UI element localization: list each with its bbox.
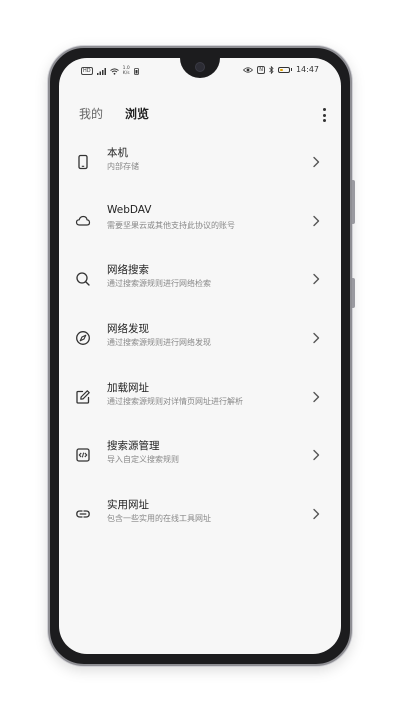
item-subtitle: 通过搜索源规则对详情页网址进行解析: [107, 396, 243, 406]
tab-mine[interactable]: 我的: [79, 105, 103, 122]
item-title: 加载网址: [107, 381, 149, 394]
hd-badge: HD: [81, 67, 93, 75]
more-vertical-icon[interactable]: [321, 108, 327, 122]
wifi-icon: [109, 67, 119, 75]
list-item-web-search[interactable]: 网络搜索 通过搜索源规则进行网络检索: [59, 259, 341, 318]
nfc-badge: N: [257, 65, 265, 74]
battery-icon: [277, 66, 292, 73]
compass-icon: [75, 330, 91, 346]
power-button: [352, 278, 355, 308]
chevron-right-icon: [311, 155, 321, 169]
list-item-web-discover[interactable]: 网络发现 通过搜索源规则进行网络发现: [59, 318, 341, 377]
battery-level: [279, 68, 283, 71]
chevron-right-icon: [311, 390, 321, 404]
eye-icon: [243, 66, 254, 73]
list-item-load-url[interactable]: 加载网址 通过搜索源规则对详情页网址进行解析: [59, 377, 341, 436]
app-screen: HD 1.0 K/s N 14:47 我的 浏览 本机 内部存储 WebDAV …: [59, 58, 341, 654]
chevron-right-icon: [311, 214, 321, 228]
search-icon: [75, 271, 91, 287]
item-subtitle: 包含一些实用的在线工具网址: [107, 514, 211, 524]
item-subtitle: 通过搜索源规则进行网络检索: [107, 279, 211, 289]
status-bar: HD 1.0 K/s N 14:47: [59, 58, 341, 80]
item-title: 本机: [107, 147, 128, 159]
item-subtitle: 内部存储: [107, 162, 139, 171]
bluetooth-icon: [269, 65, 274, 74]
code-icon: [75, 447, 91, 463]
network-speed: 1.0 K/s: [123, 66, 130, 76]
signal-icon: [96, 67, 106, 75]
phone-icon: [75, 154, 91, 170]
phone-frame: HD 1.0 K/s N 14:47 我的 浏览 本机 内部存储 WebDAV …: [48, 46, 355, 666]
item-title: 网络发现: [107, 323, 149, 336]
edit-icon: [75, 389, 91, 405]
chevron-right-icon: [311, 448, 321, 462]
item-subtitle: 导入自定义搜索规则: [107, 455, 179, 465]
chevron-right-icon: [311, 272, 321, 286]
chevron-right-icon: [311, 331, 321, 345]
item-title: 搜索源管理: [107, 440, 160, 453]
item-subtitle: 需要坚果云或其他支持此协议的账号: [107, 220, 235, 230]
chevron-right-icon: [311, 507, 321, 521]
status-time: 14:47: [295, 65, 319, 74]
app-header: 我的 浏览: [59, 102, 341, 126]
browse-list: 本机 内部存储 WebDAV 需要坚果云或其他支持此协议的账号 网络搜索 通过搜…: [59, 142, 341, 553]
cloud-icon: [75, 213, 91, 229]
list-item-useful-urls[interactable]: 实用网址 包含一些实用的在线工具网址: [59, 494, 341, 553]
item-subtitle: 通过搜索源规则进行网络发现: [107, 338, 211, 348]
tab-browse[interactable]: 浏览: [125, 105, 149, 122]
item-title: 网络搜索: [107, 264, 149, 277]
item-title: WebDAV: [107, 203, 152, 216]
volume-button: [352, 180, 355, 224]
list-item-webdav[interactable]: WebDAV 需要坚果云或其他支持此协议的账号: [59, 201, 341, 260]
list-item-source-manager[interactable]: 搜索源管理 导入自定义搜索规则: [59, 435, 341, 494]
list-item-local[interactable]: 本机 内部存储: [59, 142, 341, 201]
item-title: 实用网址: [107, 499, 149, 512]
speed-unit: K/s: [122, 71, 130, 76]
link-icon: [75, 506, 91, 522]
notification-icon: [133, 67, 139, 75]
